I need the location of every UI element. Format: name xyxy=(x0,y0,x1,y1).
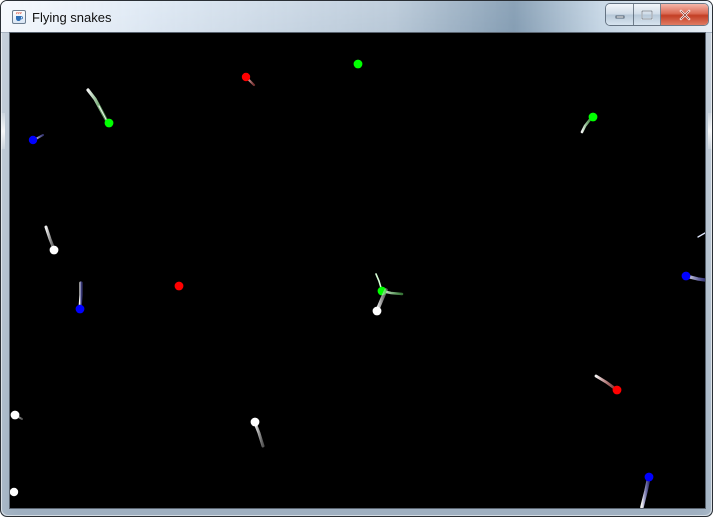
minimize-button[interactable] xyxy=(606,4,634,25)
snake-blue-1 xyxy=(28,134,44,145)
snake-green-1 xyxy=(353,59,363,69)
application-window: Flying snakes xyxy=(0,0,713,517)
snake-red-3 xyxy=(594,374,622,395)
snake-red-2 xyxy=(174,281,184,291)
window-left-highlight xyxy=(1,113,5,149)
snake-canvas[interactable] xyxy=(10,33,705,508)
minimize-icon xyxy=(615,15,624,18)
snake-green-3 xyxy=(580,112,598,134)
snake-white-5 xyxy=(10,487,19,497)
snake-white-4 xyxy=(250,417,265,448)
window-title: Flying snakes xyxy=(32,10,112,25)
snake-blue-3 xyxy=(681,232,705,282)
snake-white-3 xyxy=(10,410,23,420)
maximize-icon xyxy=(641,9,653,20)
snake-green-4 xyxy=(375,273,404,296)
title-bar[interactable]: Flying snakes xyxy=(1,1,712,33)
snake-white-1 xyxy=(44,225,59,255)
close-icon xyxy=(678,8,691,21)
snake-blue-4 xyxy=(640,472,654,508)
window-controls xyxy=(606,4,708,25)
java-coffee-cup-icon xyxy=(12,10,26,24)
canvas-frame xyxy=(9,32,706,509)
window-right-highlight xyxy=(708,113,712,149)
snake-blue-2 xyxy=(75,281,85,314)
close-button[interactable] xyxy=(661,4,708,25)
maximize-button[interactable] xyxy=(634,4,661,25)
snake-green-2 xyxy=(86,88,114,128)
snake-red-1 xyxy=(241,72,256,87)
